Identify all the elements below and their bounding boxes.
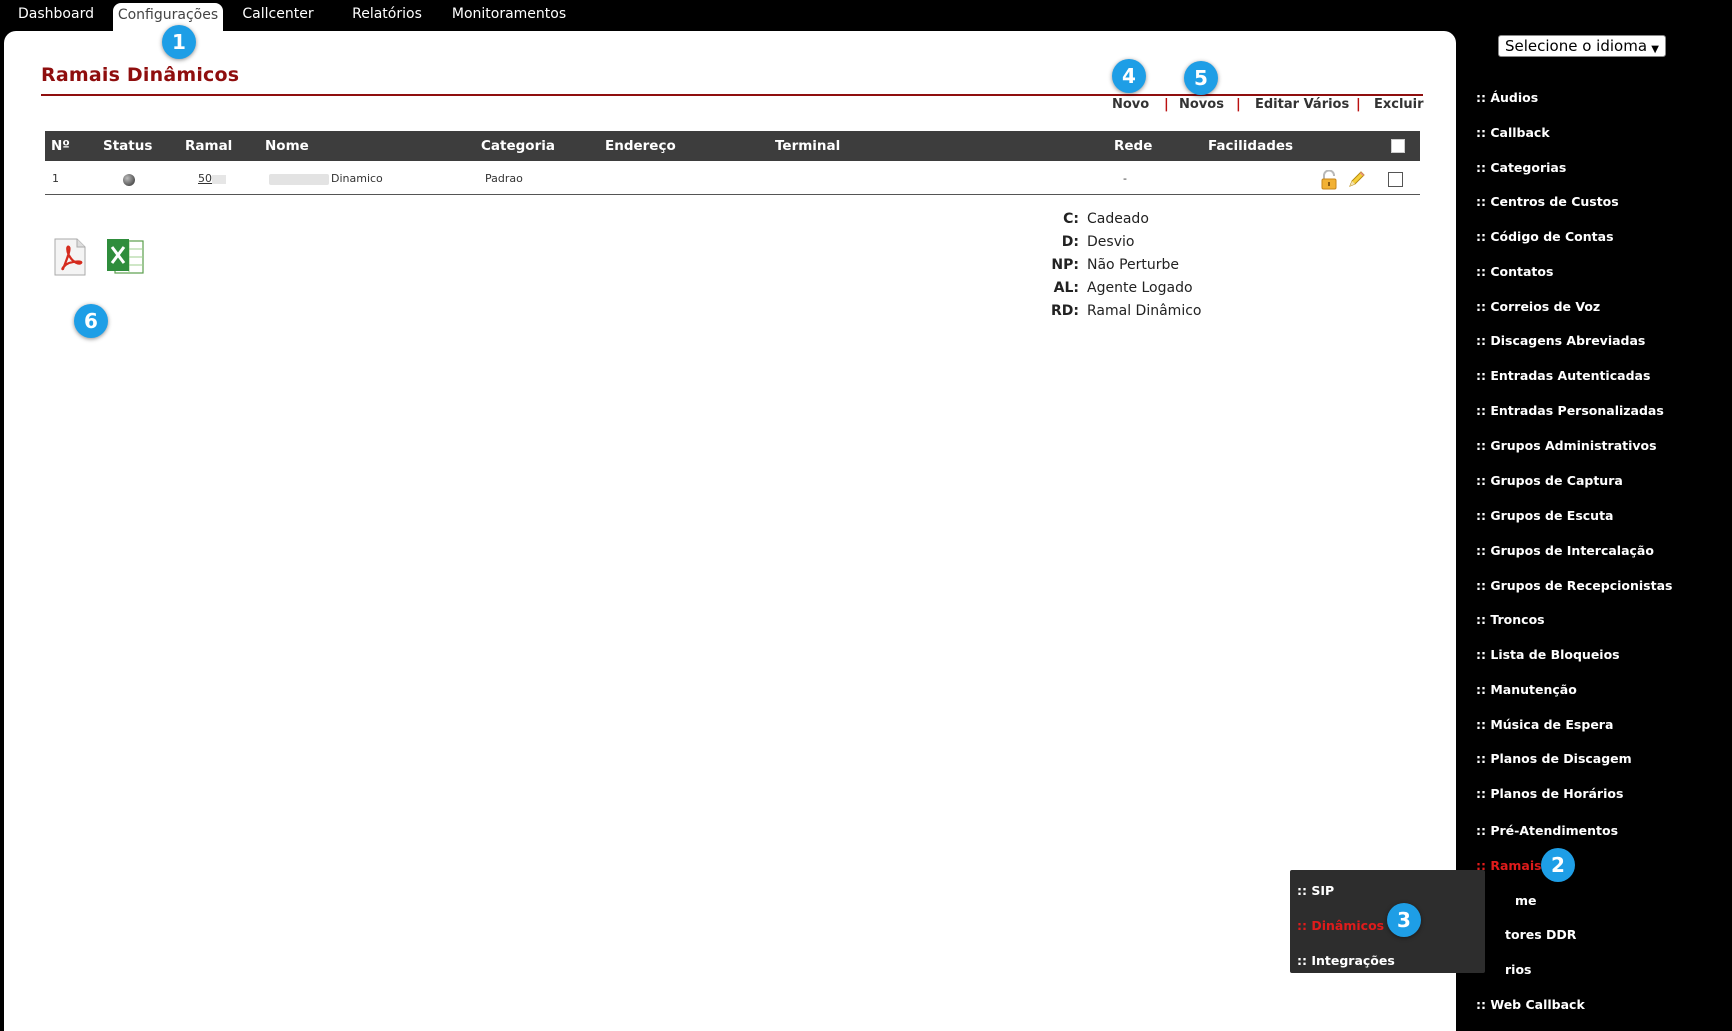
chevron-down-icon: ▼ — [1651, 44, 1659, 55]
editar-varios-link[interactable]: Editar Vários — [1255, 97, 1349, 112]
sidebar-item-centros-de-custos[interactable]: :: Centros de Custos — [1476, 194, 1619, 209]
pencil-icon[interactable] — [1346, 170, 1366, 190]
lock-icon[interactable] — [1320, 169, 1338, 190]
table-row: 1 50 Dinamico Padrao - — [45, 163, 1420, 195]
legend-row: RD: Ramal Dinâmico — [1044, 303, 1264, 325]
legend-row: AL: Agente Logado — [1044, 280, 1264, 302]
sidebar-item-planos-de-horarios[interactable]: :: Planos de Horários — [1476, 786, 1623, 801]
top-navigation: Dashboard Configurações Callcenter Relat… — [0, 0, 1732, 31]
sidebar-item-callback[interactable]: :: Callback — [1476, 125, 1550, 140]
callout-badge-2: 2 — [1541, 848, 1575, 882]
main-panel: Ramais Dinâmicos Novo | Novos | Editar V… — [4, 31, 1456, 1031]
legend-row: C: Cadeado — [1044, 211, 1264, 233]
col-terminal: Terminal — [775, 138, 841, 154]
sidebar-item-correios-de-voz[interactable]: :: Correios de Voz — [1476, 299, 1600, 314]
sidebar-item-grupos-de-recepcionistas[interactable]: :: Grupos de Recepcionistas — [1476, 578, 1672, 593]
legend-key: D: — [1061, 234, 1079, 250]
sidebar-item-partial-3[interactable]: rios — [1505, 962, 1531, 977]
legend-value: Ramal Dinâmico — [1087, 303, 1202, 319]
action-separator: | — [1236, 97, 1241, 112]
sidebar-item-entradas-personalizadas[interactable]: :: Entradas Personalizadas — [1476, 403, 1664, 418]
sidebar-item-ramais[interactable]: :: Ramais — [1476, 858, 1542, 873]
col-nome: Nome — [265, 138, 309, 154]
row-checkbox[interactable] — [1388, 172, 1403, 187]
action-separator: | — [1356, 97, 1361, 112]
sidebar-item-musica-de-espera[interactable]: :: Música de Espera — [1476, 717, 1613, 732]
sidebar-item-categorias[interactable]: :: Categorias — [1476, 160, 1566, 175]
language-select[interactable]: Selecione o idioma ▼ — [1498, 35, 1666, 57]
sidebar-item-manutencao[interactable]: :: Manutenção — [1476, 682, 1577, 697]
submenu-item-integracoes[interactable]: :: Integrações — [1297, 953, 1395, 968]
submenu-item-sip[interactable]: :: SIP — [1297, 883, 1334, 898]
cell-nome: Dinamico — [269, 163, 383, 195]
callout-badge-5: 5 — [1184, 61, 1218, 95]
select-all-checkbox[interactable] — [1391, 139, 1405, 153]
submenu-item-dinamicos[interactable]: :: Dinâmicos — [1297, 918, 1384, 933]
legend-key: C: — [1063, 211, 1079, 227]
sidebar-item-grupos-de-captura[interactable]: :: Grupos de Captura — [1476, 473, 1623, 488]
legend-value: Não Perturbe — [1087, 257, 1179, 273]
cell-categoria: Padrao — [485, 172, 523, 185]
excel-icon[interactable] — [105, 237, 147, 277]
legend-value: Cadeado — [1087, 211, 1149, 227]
callout-badge-3: 3 — [1387, 903, 1421, 937]
sidebar-item-partial-1[interactable]: me — [1515, 893, 1537, 908]
cell-num: 1 — [52, 172, 59, 185]
sidebar-item-grupos-de-intercalacao[interactable]: :: Grupos de Intercalação — [1476, 543, 1654, 558]
sidebar-item-audios[interactable]: :: Áudios — [1476, 90, 1538, 105]
page-title: Ramais Dinâmicos — [41, 64, 240, 86]
sidebar-item-discagens-abreviadas[interactable]: :: Discagens Abreviadas — [1476, 333, 1645, 348]
legend-value: Desvio — [1087, 234, 1135, 250]
callout-badge-1: 1 — [162, 25, 196, 59]
excluir-link[interactable]: Excluir — [1374, 97, 1424, 112]
sidebar-item-grupos-administrativos[interactable]: :: Grupos Administrativos — [1476, 438, 1657, 453]
tab-dashboard[interactable]: Dashboard — [8, 0, 104, 30]
col-num: Nº — [51, 138, 70, 154]
tab-configuracoes[interactable]: Configurações — [113, 3, 223, 31]
pdf-icon[interactable] — [51, 237, 89, 277]
col-ramal: Ramal — [185, 138, 233, 154]
callout-badge-6: 6 — [74, 304, 108, 338]
legend-value: Agente Logado — [1087, 280, 1193, 296]
callout-badge-4: 4 — [1112, 59, 1146, 93]
col-rede: Rede — [1114, 138, 1153, 154]
novo-link[interactable]: Novo — [1112, 97, 1149, 112]
novos-link[interactable]: Novos — [1179, 97, 1224, 112]
sidebar-item-contatos[interactable]: :: Contatos — [1476, 264, 1553, 279]
ramal-link[interactable]: 50 — [198, 163, 226, 195]
col-endereco: Endereço — [605, 138, 676, 154]
sidebar-item-troncos[interactable]: :: Troncos — [1476, 612, 1545, 627]
sidebar-item-web-callback[interactable]: :: Web Callback — [1476, 997, 1585, 1012]
sidebar-item-entradas-autenticadas[interactable]: :: Entradas Autenticadas — [1476, 368, 1650, 383]
sidebar-item-pre-atendimentos[interactable]: :: Pré-Atendimentos — [1476, 823, 1618, 838]
col-facilidades: Facilidades — [1208, 138, 1294, 154]
tab-callcenter[interactable]: Callcenter — [232, 0, 324, 30]
legend-key: NP: — [1051, 257, 1079, 273]
legend-row: D: Desvio — [1044, 234, 1264, 256]
sidebar-item-codigo-de-contas[interactable]: :: Código de Contas — [1476, 229, 1614, 244]
sidebar-item-planos-de-discagem[interactable]: :: Planos de Discagem — [1476, 751, 1632, 766]
action-separator: | — [1164, 97, 1169, 112]
col-categoria: Categoria — [481, 138, 555, 154]
sidebar-item-partial-2[interactable]: tores DDR — [1505, 927, 1576, 942]
tab-monitoramentos[interactable]: Monitoramentos — [442, 0, 576, 30]
legend-key: RD: — [1051, 303, 1079, 319]
sidebar-item-lista-de-bloqueios[interactable]: :: Lista de Bloqueios — [1476, 647, 1620, 662]
tab-relatorios[interactable]: Relatórios — [336, 0, 438, 30]
legend-row: NP: Não Perturbe — [1044, 257, 1264, 279]
table-header: Nº Status Ramal Nome Categoria Endereço … — [45, 131, 1420, 161]
title-divider — [41, 94, 1423, 96]
legend-key: AL: — [1053, 280, 1079, 296]
sidebar-item-grupos-de-escuta[interactable]: :: Grupos de Escuta — [1476, 508, 1613, 523]
col-status: Status — [103, 138, 153, 154]
status-dot-icon — [123, 174, 135, 186]
cell-rede: - — [1123, 172, 1127, 185]
